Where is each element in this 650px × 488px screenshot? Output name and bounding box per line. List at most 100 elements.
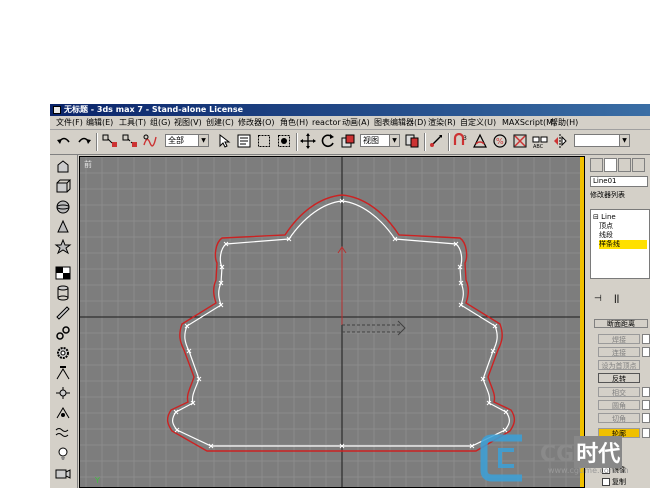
- weld-button[interactable]: 焊接: [598, 334, 640, 344]
- mirror-icon[interactable]: [552, 133, 568, 149]
- menu-customize[interactable]: 自定义(U): [460, 116, 496, 129]
- select-by-name-icon[interactable]: [236, 133, 252, 149]
- space-warp-icon[interactable]: [54, 365, 72, 381]
- menu-modifiers[interactable]: 修改器(O): [238, 116, 275, 129]
- reverse-button[interactable]: 反转: [598, 373, 640, 383]
- named-selection-sets-icon[interactable]: ABC: [532, 133, 548, 149]
- redo-icon[interactable]: [76, 133, 92, 149]
- menu-group[interactable]: 组(G): [150, 116, 170, 129]
- svg-text:%: %: [496, 137, 504, 146]
- helper-icon[interactable]: [54, 405, 72, 421]
- object-name-field[interactable]: Line01: [590, 176, 648, 187]
- select-and-manipulate-icon[interactable]: [428, 133, 444, 149]
- menu-edit[interactable]: 编辑(E): [86, 116, 113, 129]
- modifier-list-dropdown[interactable]: 修改器列表: [590, 190, 648, 202]
- outline-spinner[interactable]: [642, 428, 650, 438]
- chamfer-button[interactable]: 切角: [598, 413, 640, 423]
- select-and-scale-icon[interactable]: [340, 133, 356, 149]
- create-geometry-icon[interactable]: [54, 159, 72, 175]
- rollout-header[interactable]: 断面距离: [594, 319, 648, 328]
- menu-views[interactable]: 视图(V): [174, 116, 202, 129]
- select-and-move-icon[interactable]: [300, 133, 316, 149]
- connect-button[interactable]: 连接: [598, 347, 640, 357]
- stack-item-vertex[interactable]: 顶点: [599, 222, 613, 231]
- watermark-brand-cjk: 时代: [574, 436, 623, 468]
- menu-character[interactable]: 角色(H): [280, 116, 308, 129]
- select-and-rotate-icon[interactable]: [320, 133, 336, 149]
- menu-create[interactable]: 创建(C): [206, 116, 234, 129]
- gear-icon[interactable]: [54, 345, 72, 361]
- modify-tab-icon[interactable]: [604, 158, 617, 172]
- show-end-result-icon[interactable]: ǀǀ: [614, 294, 619, 304]
- stack-item-spline[interactable]: 样条线: [599, 240, 647, 249]
- menu-maxscript[interactable]: MAXScript(M): [502, 116, 556, 129]
- spinner-snap-icon[interactable]: [512, 133, 528, 149]
- bind-to-space-warp-icon[interactable]: [142, 133, 158, 149]
- menu-tools[interactable]: 工具(T): [119, 116, 146, 129]
- systems-icon[interactable]: [54, 385, 72, 401]
- menu-help[interactable]: 帮助(H): [550, 116, 578, 129]
- intersect-button[interactable]: 相交: [598, 387, 640, 397]
- particle-icon[interactable]: [54, 425, 72, 441]
- snaps-toggle-icon[interactable]: 3: [452, 133, 468, 149]
- stack-item-line[interactable]: ⊟ Line: [593, 213, 616, 222]
- cone-icon[interactable]: [54, 219, 72, 235]
- main-toolbar: 全部 ▼ 视图 ▼ 3 % ABC ▼: [50, 130, 650, 155]
- angle-snap-icon[interactable]: [472, 133, 488, 149]
- unlink-selection-icon[interactable]: [122, 133, 138, 149]
- pivot-center-icon[interactable]: [404, 133, 420, 149]
- modifier-stack[interactable]: ⊟ Line 顶点 线段 样条线: [590, 209, 650, 279]
- motion-tab-icon[interactable]: [632, 158, 645, 172]
- named-selection-dropdown[interactable]: ▼: [574, 134, 630, 147]
- svg-text:ABC: ABC: [533, 144, 544, 149]
- box-icon[interactable]: [54, 179, 72, 195]
- viewport-label[interactable]: 前: [84, 159, 92, 170]
- undo-icon[interactable]: [56, 133, 72, 149]
- fillet-button[interactable]: 圆角: [598, 400, 640, 410]
- stack-root-label: Line: [601, 213, 616, 221]
- weld-spinner[interactable]: [642, 334, 650, 344]
- fillet-spinner[interactable]: [642, 400, 650, 410]
- chamfer-spinner[interactable]: [642, 413, 650, 423]
- window-crossing-icon[interactable]: [276, 133, 292, 149]
- chevron-down-icon: ▼: [619, 135, 629, 146]
- create-tab-icon[interactable]: [590, 158, 603, 172]
- chevron-down-icon: ▼: [389, 135, 399, 146]
- reference-coordinate-value: 视图: [363, 136, 379, 145]
- menu-reactor[interactable]: reactor: [312, 116, 341, 129]
- stack-item-segment[interactable]: 线段: [599, 231, 613, 240]
- make-first-button[interactable]: 设为首顶点: [598, 360, 640, 370]
- checker-map-icon[interactable]: [54, 265, 72, 281]
- selection-filter-value: 全部: [168, 136, 184, 145]
- cylinder-icon[interactable]: [54, 285, 72, 301]
- collapse-icon[interactable]: ⊟: [593, 213, 601, 221]
- pin-stack-icon[interactable]: ⊣: [594, 294, 602, 304]
- select-object-icon[interactable]: [216, 133, 232, 149]
- torus-knot-icon[interactable]: [54, 325, 72, 341]
- hierarchy-tab-icon[interactable]: [618, 158, 631, 172]
- menu-rendering[interactable]: 渲染(R): [428, 116, 456, 129]
- cg-logo-icon: [480, 434, 522, 482]
- camera-icon[interactable]: [54, 465, 72, 481]
- menu-bar: 文件(F) 编辑(E) 工具(T) 组(G) 视图(V) 创建(C) 修改器(O…: [50, 116, 650, 130]
- chevron-down-icon: ▼: [198, 135, 208, 146]
- reference-coordinate-dropdown[interactable]: 视图 ▼: [360, 134, 400, 147]
- intersect-spinner[interactable]: [642, 387, 650, 397]
- star-icon[interactable]: [54, 239, 72, 255]
- app-icon[interactable]: [53, 106, 61, 114]
- menu-graph-editors[interactable]: 图表编辑器(D): [374, 116, 426, 129]
- select-and-link-icon[interactable]: [102, 133, 118, 149]
- rectangular-selection-icon[interactable]: [256, 133, 272, 149]
- spline-vertices: [173, 198, 509, 449]
- watermark-url: www.cgtime.com.cn: [548, 466, 629, 475]
- percent-snap-icon[interactable]: %: [492, 133, 508, 149]
- sphere-icon[interactable]: [54, 199, 72, 215]
- tube-icon[interactable]: [54, 305, 72, 321]
- connect-spinner[interactable]: [642, 347, 650, 357]
- light-icon[interactable]: [54, 445, 72, 461]
- toolbar-separator: [296, 133, 298, 151]
- svg-text:3: 3: [463, 135, 467, 142]
- selection-filter-dropdown[interactable]: 全部 ▼: [165, 134, 209, 147]
- menu-file[interactable]: 文件(F): [56, 116, 83, 129]
- menu-animation[interactable]: 动画(A): [342, 116, 370, 129]
